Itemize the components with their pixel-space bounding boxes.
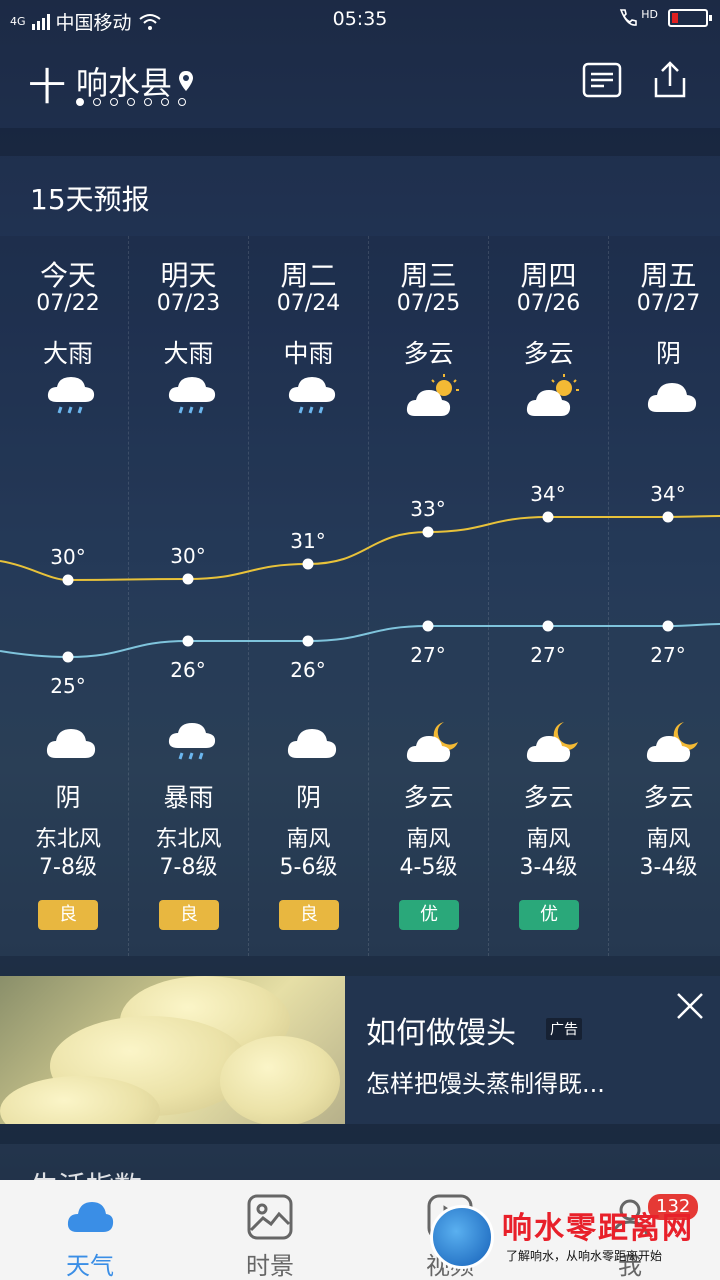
low-temp-point	[182, 635, 194, 647]
high-temp-line	[0, 515, 720, 582]
low-temp-point	[542, 620, 554, 632]
cloud-icon	[67, 1202, 114, 1232]
ad-banner[interactable]: 如何做馒头 广告 怎样把馒头蒸制得既...	[0, 976, 720, 1124]
low-temp-point	[662, 620, 674, 632]
nav-scenery[interactable]: 时景	[180, 1180, 360, 1280]
status-time: 05:35	[332, 8, 388, 30]
page-dot	[110, 98, 118, 106]
news-list-icon[interactable]	[582, 60, 622, 100]
low-temp-label: 27°	[410, 643, 445, 667]
location-pin-icon	[179, 71, 194, 91]
temperature-chart: 30° 25° 30° 26° 31° 26° 33° 27° 34° 27° 34° 27°	[0, 482, 720, 698]
page-dot	[76, 98, 84, 106]
low-temp-label: 26°	[290, 658, 325, 682]
ad-title[interactable]: 如何做馒头	[366, 1008, 516, 1052]
close-icon[interactable]	[674, 990, 706, 1022]
picture-icon	[247, 1194, 293, 1240]
page-dot	[178, 98, 186, 106]
header: 十 响水县	[0, 50, 720, 130]
low-temp-point	[62, 651, 74, 663]
high-temp-point	[662, 511, 674, 523]
high-temp-point	[422, 526, 434, 538]
section-title: 15天预报	[30, 183, 150, 216]
add-city-button[interactable]: 十	[28, 56, 66, 111]
low-temp-point	[302, 635, 314, 647]
watermark-title: 响水零距离网	[502, 1211, 694, 1246]
high-temp-label: 34°	[650, 482, 685, 506]
high-temp-label: 30°	[50, 545, 85, 569]
page-dot	[144, 98, 152, 106]
page-dot	[161, 98, 169, 106]
nav-label: 天气	[66, 1252, 114, 1280]
page-dot	[93, 98, 101, 106]
divider-band	[0, 128, 720, 156]
status-right: HD	[617, 7, 712, 28]
low-temp-label: 26°	[170, 658, 205, 682]
high-temp-point	[182, 573, 194, 585]
high-temp-label: 33°	[410, 497, 445, 521]
steamed-bun	[220, 1036, 340, 1124]
ad-image[interactable]	[0, 976, 345, 1124]
share-icon[interactable]	[650, 60, 690, 100]
low-temp-label: 27°	[530, 643, 565, 667]
low-temp-line	[0, 623, 720, 659]
ad-description[interactable]: 怎样把馒头蒸制得既...	[366, 1064, 605, 1099]
high-temp-point	[62, 574, 74, 586]
high-temp-label: 31°	[290, 529, 325, 553]
ad-badge: 广告	[546, 1018, 582, 1040]
status-bar: 4G 中国移动 05:35 HD	[0, 0, 720, 40]
nav-label: 时景	[246, 1252, 294, 1280]
phone-call-icon	[620, 9, 638, 26]
high-temp-point	[302, 558, 314, 570]
high-temp-label: 34°	[530, 482, 565, 506]
watermark-circle	[430, 1205, 494, 1269]
nav-weather[interactable]: 天气	[0, 1180, 180, 1280]
high-temp-point	[542, 511, 554, 523]
high-temp-label: 30°	[170, 544, 205, 568]
low-temp-point	[422, 620, 434, 632]
divider-band	[0, 956, 720, 976]
page-indicator	[76, 98, 186, 106]
divider-band	[0, 1124, 720, 1144]
hd-icon: HD	[641, 7, 658, 21]
low-temp-label: 25°	[50, 674, 85, 698]
watermark-subtitle: 了解响水，从响水零距离开始	[506, 1249, 663, 1263]
battery-icon	[668, 9, 712, 27]
watermark-logo: 响水零距离网 了解响水，从响水零距离开始	[430, 1195, 720, 1275]
low-temp-label: 27°	[650, 643, 685, 667]
page-dot	[127, 98, 135, 106]
